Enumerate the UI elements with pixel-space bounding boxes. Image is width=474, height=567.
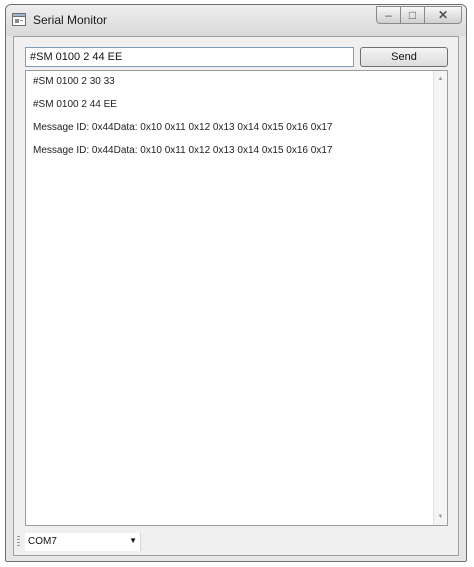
status-bar: COM7 ▼	[14, 529, 458, 555]
vertical-scrollbar[interactable]: ▲ ▼	[433, 71, 447, 525]
close-button[interactable]: ✕	[424, 6, 462, 24]
minimize-button[interactable]: –	[376, 6, 401, 24]
maximize-icon: □	[408, 8, 417, 22]
scroll-up-icon[interactable]: ▲	[434, 72, 447, 86]
log-line: #SM 0100 2 30 33	[33, 76, 115, 87]
port-value: COM7	[28, 536, 57, 547]
chevron-down-icon: ▼	[129, 536, 137, 545]
app-icon	[12, 13, 26, 26]
log-line: #SM 0100 2 44 EE	[33, 99, 117, 110]
window-title: Serial Monitor	[33, 13, 108, 27]
serial-monitor-window: Serial Monitor – □ ✕ Send #SM 0100 2 30 …	[5, 4, 467, 562]
maximize-button[interactable]: □	[400, 6, 425, 24]
close-icon: ✕	[437, 8, 449, 22]
command-input[interactable]	[25, 47, 354, 67]
minimize-icon: –	[385, 8, 392, 22]
port-dropdown[interactable]: COM7 ▼	[25, 533, 141, 551]
log-line: Message ID: 0x44Data: 0x10 0x11 0x12 0x1…	[33, 145, 333, 156]
title-bar[interactable]: Serial Monitor – □ ✕	[6, 5, 466, 36]
output-log[interactable]: #SM 0100 2 30 33 #SM 0100 2 44 EE Messag…	[25, 70, 448, 526]
output-lines: #SM 0100 2 30 33 #SM 0100 2 44 EE Messag…	[33, 76, 430, 168]
scroll-down-icon[interactable]: ▼	[434, 510, 447, 524]
send-button[interactable]: Send	[360, 47, 448, 67]
log-line: Message ID: 0x44Data: 0x10 0x11 0x12 0x1…	[33, 122, 333, 133]
client-area: Send #SM 0100 2 30 33 #SM 0100 2 44 EE M…	[13, 36, 459, 556]
grip-icon	[17, 536, 20, 548]
